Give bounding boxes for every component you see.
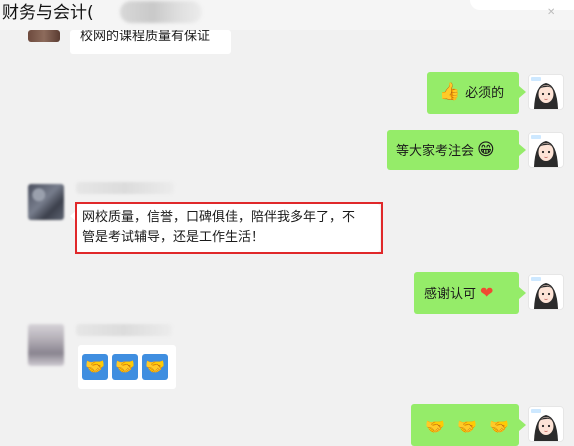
handshake-icon: 🤝 (425, 417, 445, 436)
close-icon[interactable]: ✕ (547, 8, 555, 18)
self-avatar[interactable] (528, 132, 564, 168)
handshake-icon: 🤝 (82, 354, 108, 380)
bubble-tail (519, 144, 526, 156)
message-bubble-outgoing[interactable]: 感谢认可 ❤ (414, 272, 519, 314)
self-avatar[interactable] (528, 274, 564, 310)
chat-window: 财务与会计( ✕ 校网的课程质量有保证 👍 必须的 等大家考注会 😁 网校质量，… (0, 0, 574, 446)
chat-title[interactable]: 财务与会计( (2, 1, 94, 25)
contact-avatar[interactable] (28, 324, 64, 366)
self-avatar[interactable] (528, 74, 564, 110)
contact-avatar[interactable] (28, 184, 64, 220)
blurred-contact-name (76, 182, 174, 194)
message-bubble-outgoing[interactable]: 等大家考注会 😁 (387, 130, 519, 170)
message-text: 等大家考注会 (396, 144, 475, 159)
header-right-panel (470, 0, 574, 10)
message-bubble-outgoing[interactable]: 🤝 🤝 🤝 (411, 404, 519, 446)
handshake-icon: 🤝 (142, 354, 169, 380)
message-bubble-outgoing[interactable]: 👍 必须的 (427, 72, 519, 114)
bubble-tail (519, 86, 526, 98)
cartoon-girl-avatar-icon (529, 275, 563, 309)
message-text: 校网的课程质量有保证 (80, 30, 211, 44)
message-text: 感谢认可 (424, 287, 477, 302)
thumbs-up-icon: 👍 (439, 82, 461, 102)
heart-icon: ❤ (480, 283, 494, 302)
chat-header: 财务与会计( ✕ (0, 0, 574, 30)
cartoon-girl-avatar-icon (529, 407, 563, 441)
handshake-icon: 🤝 (489, 417, 510, 436)
bubble-tail (519, 287, 526, 299)
blurred-title-suffix (120, 1, 202, 23)
message-text: 必须的 (465, 86, 505, 101)
grinning-face-icon: 😁 (477, 140, 495, 160)
handshake-icon: 🤝 (112, 354, 139, 380)
message-bubble-incoming[interactable]: 校网的课程质量有保证 (70, 30, 231, 54)
handshake-icon: 🤝 (457, 417, 478, 436)
blurred-contact-name (76, 324, 172, 336)
self-avatar[interactable] (528, 406, 564, 442)
message-bubble-incoming[interactable]: 🤝 🤝 🤝 (78, 345, 176, 389)
contact-avatar[interactable] (28, 30, 60, 42)
red-highlight-box (75, 202, 383, 254)
cartoon-girl-avatar-icon (529, 75, 563, 109)
bubble-tail (519, 419, 526, 431)
cartoon-girl-avatar-icon (529, 133, 563, 167)
